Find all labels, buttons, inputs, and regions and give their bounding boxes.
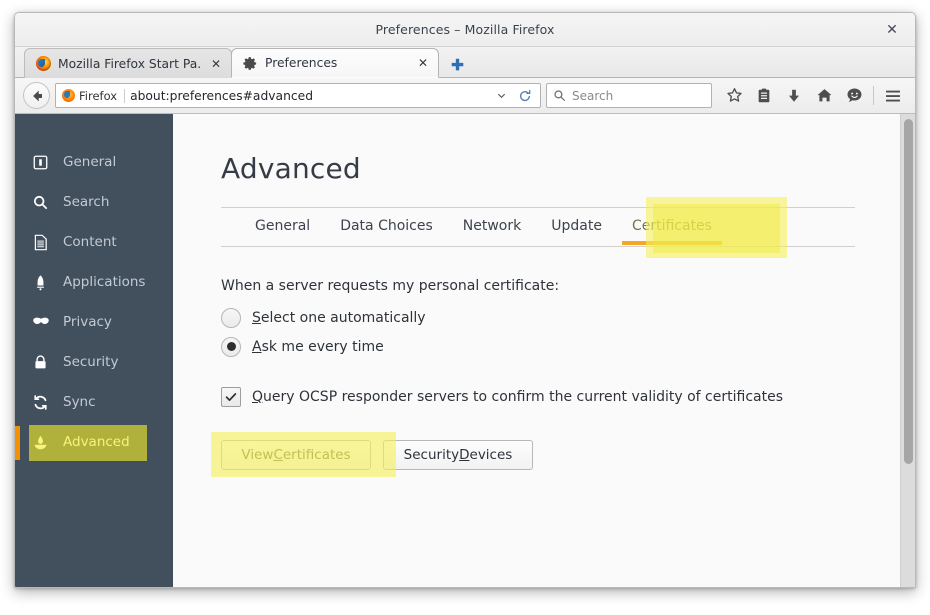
window-title: Preferences – Mozilla Firefox bbox=[375, 22, 555, 37]
reader-list-icon[interactable] bbox=[750, 82, 778, 110]
radio-ask-every-time[interactable]: Ask me every time bbox=[221, 332, 915, 361]
preferences-tab-row-wrapper: General Data Choices Network Update Cert… bbox=[221, 197, 855, 258]
checkbox-box[interactable] bbox=[221, 387, 241, 407]
search-icon bbox=[31, 193, 50, 212]
certificate-buttons-row: View Certificates Security Devices bbox=[211, 432, 915, 477]
view-certificates-button[interactable]: View Certificates bbox=[221, 440, 371, 470]
menu-hamburger-icon[interactable] bbox=[879, 82, 907, 110]
browser-tab-preferences[interactable]: Preferences ✕ bbox=[231, 48, 439, 78]
vertical-scrollbar[interactable] bbox=[900, 114, 915, 587]
sidebar-item-advanced[interactable]: Advanced bbox=[15, 422, 173, 462]
toolbar-icon-group bbox=[717, 82, 907, 110]
applications-icon bbox=[31, 273, 50, 292]
tab-data-choices[interactable]: Data Choices bbox=[325, 206, 448, 246]
sidebar-item-label: Privacy bbox=[63, 314, 112, 330]
magnifier-icon bbox=[554, 90, 565, 101]
radio-button[interactable] bbox=[221, 336, 241, 357]
page-title: Advanced bbox=[221, 152, 361, 185]
radio-label: Ask me every time bbox=[252, 338, 384, 355]
search-bar[interactable]: Search bbox=[546, 83, 712, 108]
firefox-brand-icon bbox=[62, 89, 75, 102]
radio-label: Select one automatically bbox=[252, 309, 426, 326]
accesskey: Q bbox=[252, 389, 264, 405]
advanced-icon bbox=[31, 433, 50, 452]
window-titlebar: Preferences – Mozilla Firefox ✕ bbox=[15, 13, 915, 47]
toolbar-separator bbox=[873, 86, 874, 105]
home-icon[interactable] bbox=[810, 82, 838, 110]
sidebar-item-label: Advanced bbox=[63, 434, 130, 450]
scrollbar-thumb[interactable] bbox=[904, 119, 913, 464]
sidebar-item-applications[interactable]: Applications bbox=[15, 262, 173, 302]
browser-tab-label: Preferences bbox=[265, 56, 338, 70]
personal-certificate-label: When a server requests my personal certi… bbox=[221, 278, 560, 294]
sidebar-item-privacy[interactable]: Privacy bbox=[15, 302, 173, 342]
tab-general[interactable]: General bbox=[240, 206, 325, 246]
browser-tab-label: Mozilla Firefox Start Pa... bbox=[58, 56, 202, 71]
url-bar[interactable]: Firefox about:preferences#advanced bbox=[55, 83, 541, 108]
tab-certificates[interactable]: Certificates bbox=[617, 206, 727, 246]
downloads-icon[interactable] bbox=[780, 82, 808, 110]
sidebar-item-label: General bbox=[63, 154, 117, 170]
accesskey: D bbox=[459, 447, 470, 463]
sidebar-item-label: Sync bbox=[63, 394, 96, 410]
sidebar-item-label: Applications bbox=[63, 274, 146, 290]
radio-button[interactable] bbox=[221, 307, 241, 328]
sidebar-selection-marker bbox=[15, 426, 20, 460]
sidebar-item-security[interactable]: Security bbox=[15, 342, 173, 382]
tab-network[interactable]: Network bbox=[448, 206, 536, 246]
certificates-section: When a server requests my personal certi… bbox=[211, 278, 915, 477]
navigation-toolbar: Firefox about:preferences#advanced Searc… bbox=[15, 78, 915, 114]
preferences-tab-row: General Data Choices Network Update Cert… bbox=[221, 207, 855, 247]
firefox-window: Preferences – Mozilla Firefox ✕ Mozilla … bbox=[14, 12, 916, 588]
radio-select-automatically[interactable]: Select one automatically bbox=[221, 303, 915, 332]
security-lock-icon bbox=[31, 353, 50, 372]
plus-icon bbox=[451, 58, 463, 70]
browser-tab-close-icon[interactable]: ✕ bbox=[209, 58, 223, 70]
back-button[interactable] bbox=[23, 82, 50, 109]
checkmark-icon bbox=[225, 393, 237, 402]
identity-label: Firefox bbox=[79, 88, 118, 103]
back-arrow-icon bbox=[32, 90, 42, 101]
chevron-down-icon[interactable] bbox=[493, 90, 510, 101]
accesskey: A bbox=[252, 338, 262, 355]
sidebar-item-general[interactable]: General bbox=[15, 142, 173, 182]
preferences-sidebar: General Search Content Applications Priv… bbox=[15, 114, 173, 587]
browser-tab-strip: Mozilla Firefox Start Pa... ✕ Preference… bbox=[15, 47, 915, 78]
feedback-smiley-icon[interactable] bbox=[840, 82, 868, 110]
preferences-page: General Search Content Applications Priv… bbox=[15, 114, 915, 587]
bookmark-star-icon[interactable] bbox=[720, 82, 748, 110]
tab-update[interactable]: Update bbox=[536, 206, 617, 246]
accesskey: C bbox=[273, 447, 283, 463]
sidebar-item-label: Security bbox=[63, 354, 119, 370]
accesskey: S bbox=[252, 309, 261, 326]
gear-icon bbox=[243, 56, 258, 71]
sidebar-item-content[interactable]: Content bbox=[15, 222, 173, 262]
content-icon bbox=[31, 233, 50, 252]
checkbox-label: Query OCSP responder servers to confirm … bbox=[252, 389, 783, 405]
browser-tab-start-page[interactable]: Mozilla Firefox Start Pa... ✕ bbox=[24, 48, 232, 78]
sidebar-item-label: Search bbox=[63, 194, 110, 210]
sync-icon bbox=[31, 393, 50, 412]
general-icon bbox=[31, 153, 50, 172]
preferences-content: Advanced General Data Choices Network Up… bbox=[173, 114, 915, 587]
new-tab-button[interactable] bbox=[443, 50, 471, 78]
security-devices-button[interactable]: Security Devices bbox=[383, 440, 533, 470]
window-close-button[interactable]: ✕ bbox=[881, 19, 903, 41]
privacy-mask-icon bbox=[31, 313, 50, 332]
reload-icon[interactable] bbox=[515, 89, 535, 103]
search-input[interactable]: Search bbox=[572, 89, 613, 103]
checkbox-query-ocsp[interactable]: Query OCSP responder servers to confirm … bbox=[221, 387, 915, 407]
firefox-logo-icon bbox=[36, 56, 51, 71]
site-identity-block[interactable]: Firefox bbox=[62, 88, 126, 103]
sidebar-item-label: Content bbox=[63, 234, 117, 250]
url-input[interactable]: about:preferences#advanced bbox=[130, 89, 488, 103]
browser-tab-close-icon[interactable]: ✕ bbox=[416, 57, 430, 69]
sidebar-item-sync[interactable]: Sync bbox=[15, 382, 173, 422]
sidebar-item-search[interactable]: Search bbox=[15, 182, 173, 222]
